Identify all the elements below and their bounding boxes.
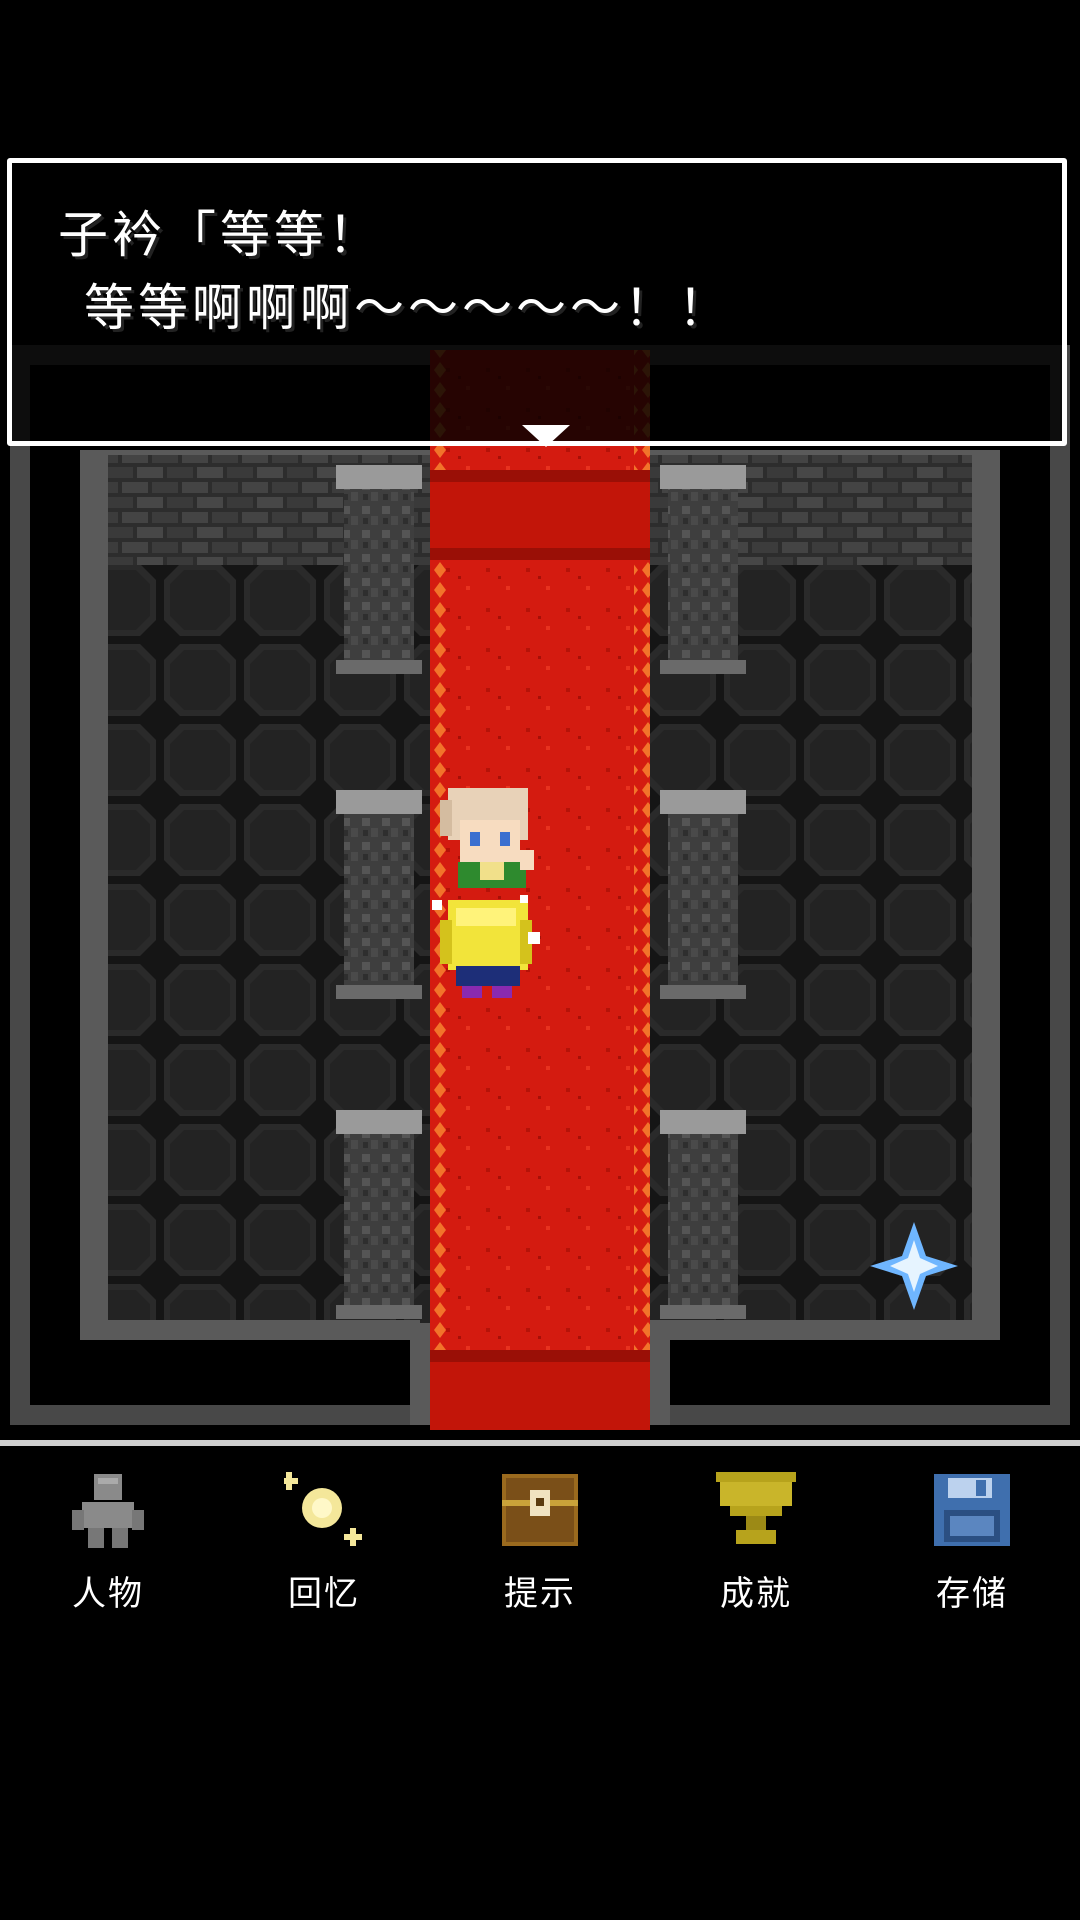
menu-achievement-button[interactable]: 成就 <box>648 1470 864 1620</box>
pillar-right-middle <box>660 790 746 999</box>
menu-character-label: 人物 <box>72 1574 144 1614</box>
pillar-left-bottom <box>336 1110 422 1319</box>
dialogue-line-1: 子衿「等等！ <box>58 206 382 264</box>
menu-hint-button[interactable]: 提示 <box>432 1470 648 1620</box>
pillar-right-bottom <box>660 1110 746 1319</box>
person-icon <box>72 1474 144 1548</box>
dialogue-line-2: 等等啊啊啊～～～～～！！ <box>84 279 732 337</box>
menu-memory-label: 回忆 <box>288 1574 360 1614</box>
bottom-menu-bar: 人物 回忆 提示 成就 存储 <box>0 1440 1080 1630</box>
pillar-right-top <box>660 465 746 674</box>
menu-save-button[interactable]: 存储 <box>864 1470 1080 1620</box>
menu-achievement-label: 成就 <box>720 1574 792 1614</box>
red-carpet <box>430 350 650 1430</box>
trophy-icon <box>716 1472 796 1544</box>
menu-hint-label: 提示 <box>504 1574 576 1614</box>
floppy-disk-icon <box>934 1474 1010 1546</box>
sparkle-orb-icon <box>284 1472 362 1546</box>
treasure-chest-icon <box>502 1474 578 1546</box>
menu-memory-button[interactable]: 回忆 <box>216 1470 432 1620</box>
dialogue-box[interactable]: 子衿「等等！ 等等啊啊啊～～～～～！！ <box>7 158 1067 447</box>
continue-arrow-icon[interactable] <box>522 425 570 447</box>
menu-save-label: 存储 <box>936 1574 1008 1614</box>
menu-character-button[interactable]: 人物 <box>0 1470 216 1620</box>
pillar-left-middle <box>336 790 422 999</box>
pillar-left-top <box>336 465 422 674</box>
